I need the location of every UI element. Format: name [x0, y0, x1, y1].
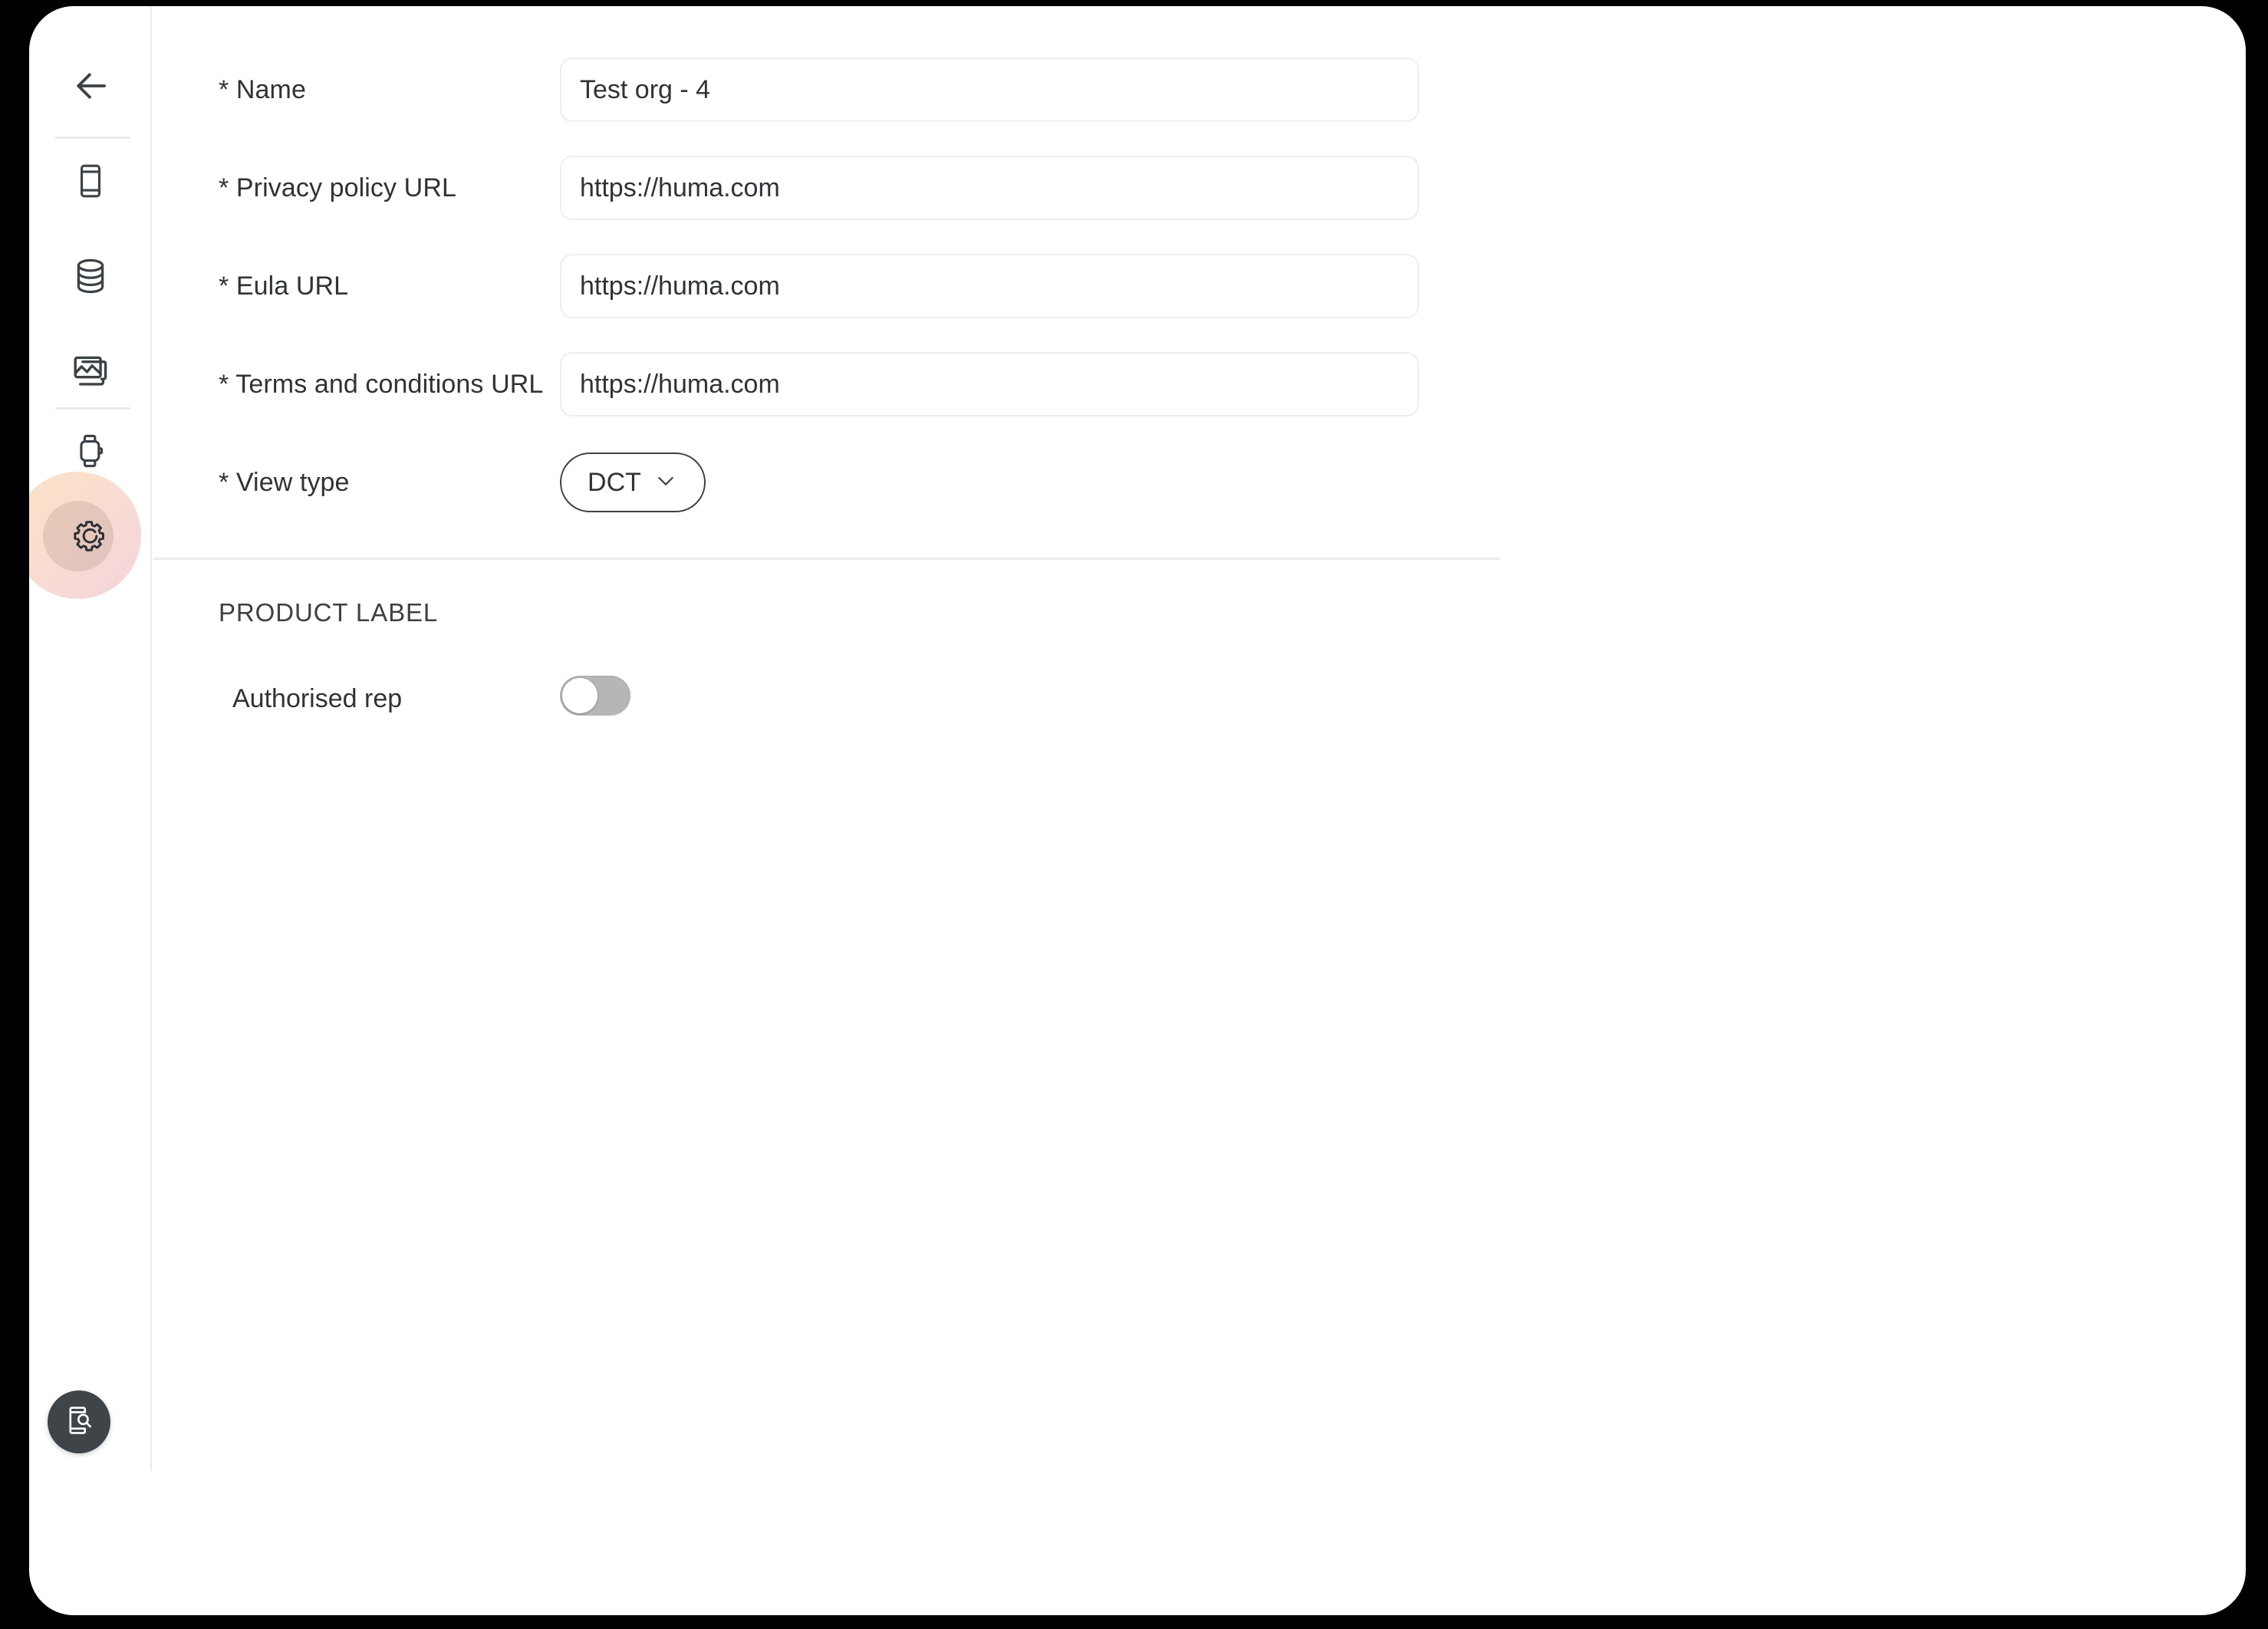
settings-form: * Name * Privacy policy URL * Eula URL *… [153, 6, 2246, 1615]
gear-icon [71, 517, 110, 555]
authorised-rep-label: Authorised rep [232, 684, 403, 713]
privacy-policy-url-input[interactable] [560, 156, 1419, 220]
device-frame: * Name * Privacy policy URL * Eula URL *… [29, 6, 2246, 1615]
back-button[interactable] [51, 46, 130, 126]
view-type-value: DCT [588, 467, 641, 497]
app-shell: * Name * Privacy policy URL * Eula URL *… [29, 6, 2246, 1615]
label-eula-url: * Eula URL [219, 271, 349, 301]
images-gallery-icon [70, 350, 111, 392]
product-label-heading: PRODUCT LABEL [219, 598, 439, 627]
name-input[interactable] [560, 58, 1419, 122]
sidebar-divider-top [55, 137, 130, 139]
sidebar-item-media[interactable] [51, 331, 130, 411]
sidebar-item-data[interactable] [51, 236, 130, 316]
phone-preview-icon [63, 1404, 95, 1440]
arrow-left-icon [70, 65, 111, 107]
preview-button[interactable] [48, 1390, 110, 1453]
eula-url-input[interactable] [560, 254, 1419, 318]
label-name: * Name [219, 74, 306, 104]
section-divider [153, 558, 1499, 560]
sidebar-item-mobile[interactable] [51, 141, 130, 221]
smart-watch-icon [71, 432, 110, 470]
label-view-type: * View type [219, 467, 350, 497]
sidebar-divider-bottom [55, 407, 130, 410]
view-type-select[interactable]: DCT [560, 452, 706, 512]
mobile-phone-icon [71, 162, 110, 200]
database-icon [71, 256, 110, 296]
sidebar-rail [29, 6, 152, 1471]
label-terms-and-conditions-url: * Terms and conditions URL [219, 369, 544, 399]
terms-and-conditions-url-input[interactable] [560, 352, 1419, 416]
toggle-knob [562, 678, 597, 713]
sidebar-item-settings[interactable] [51, 496, 130, 576]
authorised-rep-toggle[interactable] [560, 676, 630, 716]
label-privacy-policy-url: * Privacy policy URL [219, 173, 456, 202]
chevron-down-icon [653, 469, 678, 497]
